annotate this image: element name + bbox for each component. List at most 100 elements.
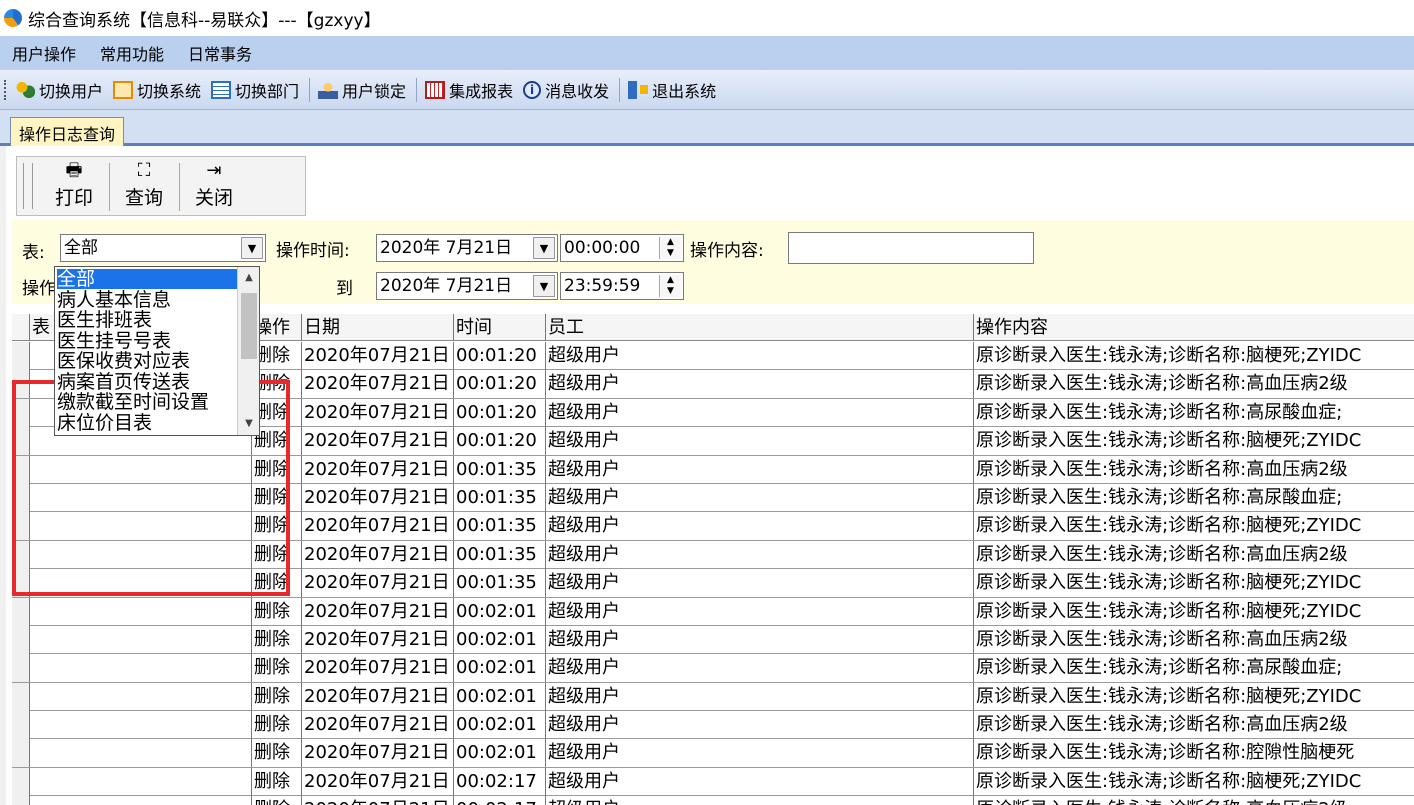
table-cell: 超级用户 (546, 569, 974, 598)
row-selector[interactable] (12, 767, 30, 796)
table-cell (30, 711, 252, 740)
table-cell: 2020年07月21日 (302, 512, 454, 541)
table-cell: 超级用户 (546, 625, 974, 654)
time-to-value: 23:59:59 (564, 276, 641, 296)
row-selector[interactable] (12, 654, 30, 683)
table-cell: 超级用户 (546, 398, 974, 427)
panel-toolbar-separator (179, 163, 180, 211)
scroll-down-icon[interactable]: ▼ (238, 415, 260, 433)
date-from-value: 2020年 7月21日 (380, 238, 513, 258)
dropdown-option[interactable]: 病人基本信息 (57, 290, 237, 310)
table-cell: 原诊断录入医生:钱永涛;诊断名称:脑梗死;ZYIDC (976, 345, 1362, 366)
table-cell: 删除 (252, 597, 302, 626)
chevron-down-icon[interactable]: ▼ (533, 275, 555, 297)
table-cell (30, 739, 252, 768)
tab-operation-log-query[interactable]: 操作日志查询 (10, 117, 125, 146)
row-selector[interactable] (12, 739, 30, 768)
print-button[interactable]: 🖶 打印 (41, 159, 107, 215)
report-button[interactable]: 集成报表 (421, 76, 519, 104)
dropdown-option[interactable]: 缴款截至时间设置 (57, 392, 237, 412)
table-cell: 2020年07月21日 (302, 767, 454, 796)
scroll-up-icon[interactable]: ▲ (238, 269, 260, 287)
table-row[interactable]: 删除2020年07月21日00:02:17超级用户原诊断录入医生:钱永涛;诊断名… (12, 767, 1414, 797)
toolbar-separator (309, 77, 311, 102)
close-button[interactable]: ⇥ 关闭 (181, 159, 247, 215)
switch-department-button[interactable]: 切换部门 (207, 76, 305, 104)
table-cell (30, 682, 252, 711)
user-lock-button[interactable]: 用户锁定 (314, 76, 412, 104)
column-header-staff[interactable]: 员工 (546, 314, 974, 341)
message-button[interactable]: i 消息收发 (519, 76, 615, 104)
table-row[interactable]: 删除 2020年07月21日 00:02:01 超级用户 原诊断录入医生:钱永涛;诊断名… (12, 597, 1414, 626)
table-cell: 超级用户 (546, 682, 974, 711)
menu-daily-affairs[interactable]: 日常事务 (188, 41, 252, 65)
dropdown-option[interactable]: 医保收费对应表 (57, 351, 237, 371)
table-dropdown-list[interactable]: ▲ ▼ 全部 病人基本信息 医生排班表 医生挂号号表 医保收费对应表 病案首页传送表 缴款截… (54, 266, 260, 436)
operation-content-input[interactable] (788, 232, 1034, 264)
table-row[interactable]: 删除 2020年07月21日 00:02:01 超级用户 原诊断录入医生:钱永涛;诊断名… (12, 682, 1414, 712)
date-to-picker[interactable]: 2020年 7月21日 ▼ (376, 272, 558, 300)
row-selector[interactable] (12, 711, 30, 740)
table-row[interactable]: 删除 2020年07月21日 00:02:01 超级用户 原诊断录入医生:钱永涛;诊断名… (12, 625, 1414, 655)
table-cell: 2020年07月21日 (302, 483, 454, 512)
exit-button[interactable]: 退出系统 (624, 76, 722, 104)
to-label: 到 (336, 279, 353, 299)
table-select[interactable]: 全部 ▼ (60, 234, 266, 262)
menu-user-operations[interactable]: 用户操作 (12, 41, 76, 65)
table-cell: 原诊断录入医生:钱永涛;诊断名称:脑梗死;ZYIDC (976, 770, 1362, 792)
menu-common-functions[interactable]: 常用功能 (100, 41, 164, 65)
switch-user-button[interactable]: 切换用户 (11, 76, 109, 104)
table-cell: 00:01:20 (454, 398, 546, 427)
switch-system-button[interactable]: 切换系统 (109, 76, 207, 104)
table-row[interactable]: 删除2020年07月21日00:02:17超级用户原诊断录入医生:钱永涛;诊断名… (12, 796, 1414, 805)
table-cell: 00:02:01 (454, 625, 546, 654)
switch-department-icon (211, 80, 232, 99)
spinner-arrows-icon[interactable]: ▲ ▼ (659, 275, 681, 297)
table-cell: 原诊断录入医生:钱永涛;诊断名称:脑梗死;ZYIDC (976, 430, 1362, 452)
table-cell: 00:02:01 (454, 711, 546, 740)
spinner-arrows-icon[interactable]: ▲ ▼ (659, 237, 681, 259)
toolbar-separator (619, 77, 621, 102)
column-header-content[interactable]: 操作内容 (974, 314, 1414, 341)
scroll-thumb[interactable] (241, 293, 257, 359)
exit-label: 退出系统 (652, 81, 717, 101)
dropdown-scrollbar[interactable]: ▲ ▼ (237, 267, 259, 435)
table-cell: 删除 (252, 767, 302, 796)
print-label: 打印 (54, 187, 93, 209)
chevron-down-icon[interactable]: ▼ (533, 237, 555, 259)
column-header-time[interactable]: 时间 (454, 314, 546, 341)
table-cell: 原诊断录入医生:钱永涛;诊断名称:高血压病2级 (976, 373, 1348, 395)
date-from-picker[interactable]: 2020年 7月21日 ▼ (376, 234, 558, 262)
table-cell: 2020年07月21日 (302, 540, 454, 569)
dropdown-option[interactable]: 医生排班表 (57, 310, 237, 330)
toolbar-grip[interactable] (4, 79, 7, 100)
row-selector[interactable] (12, 796, 30, 805)
table-cell: 超级用户 (546, 739, 974, 768)
table-row[interactable]: 删除 2020年07月21日 00:02:01 超级用户 原诊断录入医生:钱永涛;诊断名… (12, 711, 1414, 740)
table-cell: 2020年07月21日 (302, 654, 454, 683)
query-button[interactable]: ⛶ 查询 (111, 159, 177, 215)
chevron-down-icon[interactable]: ▼ (241, 237, 263, 259)
dropdown-option[interactable]: 医生挂号号表 (57, 331, 237, 351)
time-to-spinner[interactable]: 23:59:59 ▲ ▼ (560, 272, 684, 300)
dropdown-option[interactable]: 床位价目表 (57, 413, 237, 433)
row-selector[interactable] (12, 342, 30, 370)
panel-toolbar-grip[interactable] (23, 163, 33, 209)
table-cell: 2020年07月21日 (302, 427, 454, 456)
table-cell: 00:01:35 (454, 569, 546, 598)
dropdown-option[interactable]: 全部 (57, 269, 237, 289)
row-selector[interactable] (12, 625, 30, 654)
table-row[interactable]: 删除 2020年07月21日 00:02:01 超级用户 原诊断录入医生:钱永涛;诊断名… (12, 654, 1414, 683)
table-cell: 2020年07月21日 (302, 739, 454, 768)
table-cell: 原诊断录入医生:钱永涛;诊断名称:高尿酸血症; (976, 401, 1343, 423)
table-row[interactable]: 删除 2020年07月21日 00:02:01 超级用户 原诊断录入医生:钱永涛;诊断名… (12, 739, 1414, 768)
row-selector[interactable] (12, 682, 30, 711)
time-from-spinner[interactable]: 00:00:00 ▲ ▼ (560, 234, 684, 262)
column-header-date[interactable]: 日期 (302, 314, 454, 341)
table-cell: 2020年07月21日 (302, 398, 454, 427)
operation-time-label: 操作时间: (276, 241, 350, 261)
dropdown-option[interactable]: 病案首页传送表 (57, 372, 237, 392)
table-cell: 00:02:01 (454, 654, 546, 683)
row-selector[interactable] (12, 597, 30, 626)
table-cell: 2020年07月21日 (302, 370, 454, 399)
